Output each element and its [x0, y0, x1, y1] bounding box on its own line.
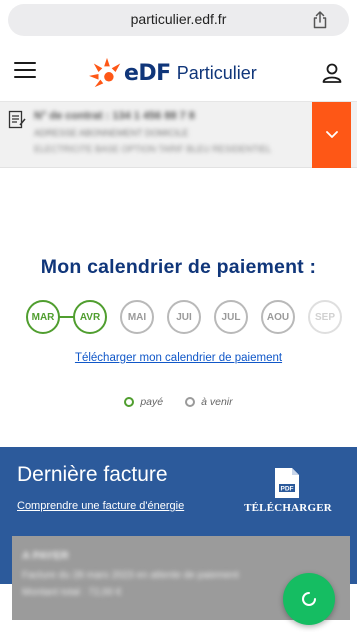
legend-upcoming-label: à venir	[201, 396, 233, 408]
month-jul[interactable]: JUL	[214, 300, 248, 334]
payment-months: MAR AVR MAI JUI JUL AOU SEP	[26, 300, 357, 334]
month-aou[interactable]: AOU	[261, 300, 295, 334]
user-account-icon[interactable]	[321, 62, 343, 84]
month-mai[interactable]: MAI	[120, 300, 154, 334]
contract-document-icon	[8, 110, 26, 129]
contract-address: ADRESSE ABONNEMENT DOMICILE	[34, 128, 189, 138]
upcoming-dot-icon	[185, 397, 196, 407]
pdf-icon-label: PDF	[281, 486, 294, 493]
understand-invoice-link[interactable]: Comprendre une facture d'énergie	[17, 500, 184, 512]
legend-paid-label: payé	[140, 396, 164, 408]
download-calendar-link[interactable]: Télécharger mon calendrier de paiement	[0, 352, 357, 364]
contract-expand-button[interactable]	[312, 102, 351, 168]
invoice-status: A PAYER	[22, 550, 69, 562]
logo-brand: eDF	[124, 60, 171, 86]
share-icon[interactable]	[311, 11, 329, 29]
paid-dot-icon	[124, 397, 135, 407]
url-bar[interactable]: particulier.edf.fr	[8, 4, 349, 36]
invoice-card-details: A PAYER Facture du 28 mars 2023 en atten…	[22, 550, 282, 598]
contract-offer: ELECTRICITE BASE OPTION TARIF BLEU RESID…	[34, 144, 272, 154]
edf-logo[interactable]: eDF Particulier	[88, 56, 257, 90]
loading-spinner-icon	[302, 592, 316, 606]
site-header: eDF Particulier	[0, 44, 357, 102]
chat-assistant-button[interactable]	[283, 573, 335, 625]
calendar-title: Mon calendrier de paiement :	[40, 256, 317, 278]
menu-icon[interactable]	[14, 62, 36, 80]
logo-product: Particulier	[176, 62, 257, 83]
month-jui[interactable]: JUI	[167, 300, 201, 334]
invoice-date: Facture du 28 mars 2023 en attente de pa…	[22, 570, 239, 581]
legend-upcoming: à venir	[185, 396, 233, 408]
invoice-amount: Montant total : 72,00 €	[22, 587, 122, 598]
legend-paid: payé	[124, 396, 163, 408]
month-avr[interactable]: AVR	[73, 300, 107, 334]
edf-sun-icon	[89, 57, 121, 88]
pdf-icon[interactable]: PDF	[273, 467, 301, 499]
contract-banner[interactable]: N° de contrat : 134 1 456 88 7 8 ADRESSE…	[0, 102, 357, 168]
download-invoice-button[interactable]: TÉLÉCHARGER	[243, 502, 333, 514]
calendar-legend: payé à venir	[0, 396, 357, 408]
month-sep[interactable]: SEP	[308, 300, 342, 334]
month-mar[interactable]: MAR	[26, 300, 60, 334]
contract-details: N° de contrat : 134 1 456 88 7 8 ADRESSE…	[34, 110, 294, 154]
url-text: particulier.edf.fr	[130, 11, 227, 27]
invoice-title: Dernière facture	[17, 463, 168, 486]
chevron-down-icon	[325, 131, 338, 138]
contract-number: N° de contrat : 134 1 456 88 7 8	[34, 110, 195, 122]
